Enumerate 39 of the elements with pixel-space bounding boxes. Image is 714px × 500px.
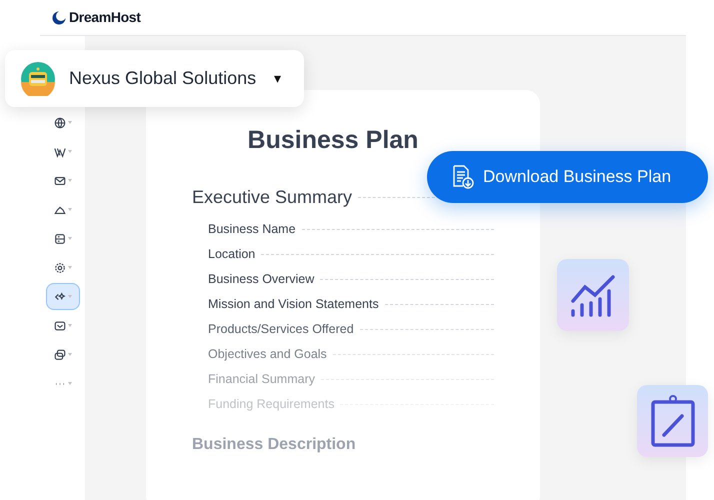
organization-selector[interactable]: Nexus Global Solutions ▾ [5, 50, 304, 107]
chevron-icon [68, 121, 72, 124]
server-icon [54, 232, 66, 244]
globe-icon [54, 116, 66, 128]
robot-avatar-icon [21, 62, 55, 96]
download-button[interactable]: Download Business Plan [427, 151, 708, 203]
rising-bar-chart-icon [569, 273, 617, 317]
clipboard-edit-icon [650, 394, 696, 448]
chevron-icon [68, 266, 72, 269]
caret-icon: ▾ [274, 68, 282, 89]
outline-item: Products/Services Offered [208, 320, 354, 338]
chevron-icon [68, 295, 72, 298]
sparkle-icon [54, 290, 66, 302]
sidebar-item[interactable] [46, 283, 80, 310]
outline-item: Mission and Vision Statements [208, 296, 379, 313]
gear-icon [54, 262, 66, 274]
document-title: Business Plan [246, 125, 420, 156]
chat-bubbles-icon [54, 348, 66, 360]
chevron-icon [68, 179, 72, 182]
brand-name: DreamHost [69, 8, 141, 27]
organization-name: Nexus Global Solutions [69, 67, 256, 90]
envelope-icon [54, 174, 66, 186]
inbox-icon [54, 320, 66, 332]
outline-item: Business Name [208, 220, 296, 238]
chevron-icon [68, 382, 72, 385]
chevron-icon [68, 353, 72, 356]
chevron-icon [68, 208, 72, 211]
logo-icon [52, 10, 66, 24]
outline-item: Business Overview [208, 270, 314, 288]
chevron-icon [68, 150, 72, 153]
chevron-icon [68, 324, 72, 327]
outline-item: Location [208, 246, 256, 263]
chevron-icon [68, 237, 72, 240]
section-heading: Executive Summary [192, 186, 352, 209]
outline-item: Objectives and Goals [208, 346, 327, 363]
outline-item: Financial Summary [208, 370, 315, 388]
w-mark-icon [54, 146, 66, 158]
section-heading: Business Description [192, 434, 356, 454]
outline-item: Funding Requirements [208, 396, 334, 413]
